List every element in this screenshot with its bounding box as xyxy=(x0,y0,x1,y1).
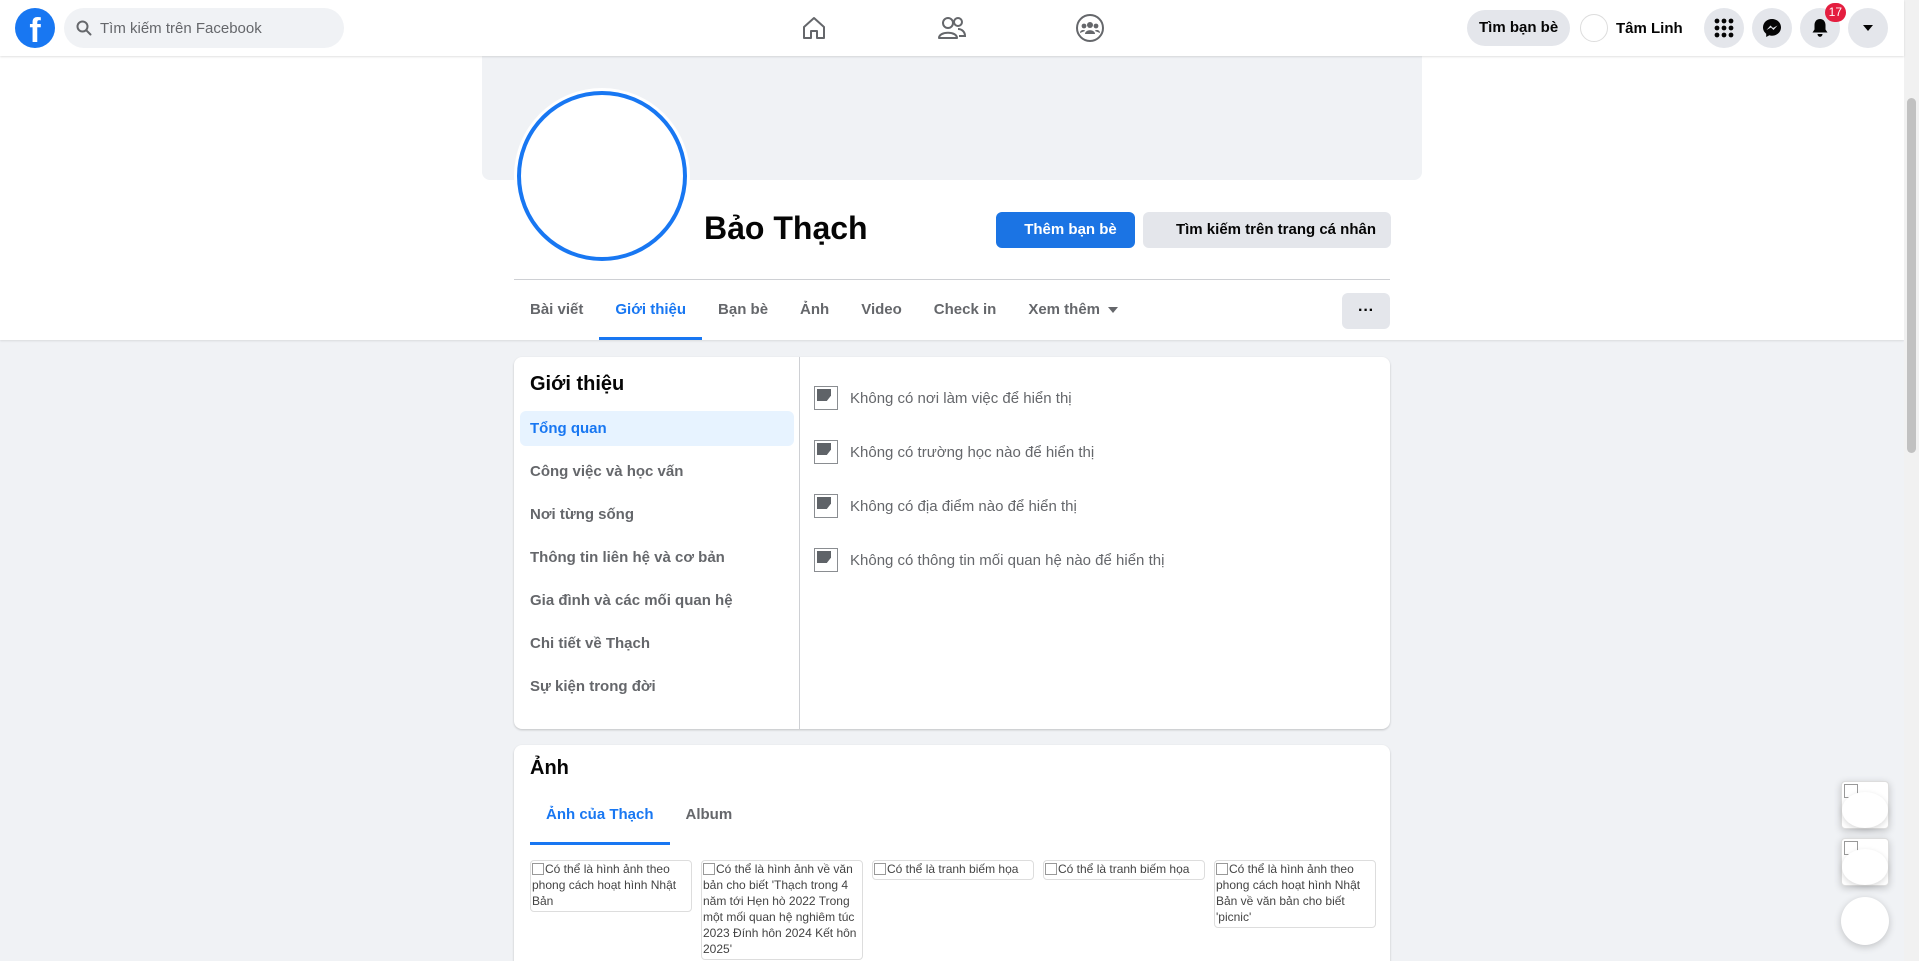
photos-tabs: Ảnh của Thạch Album xyxy=(530,785,748,845)
info-row-location: Không có địa điểm nào để hiển thị xyxy=(814,479,1374,533)
broken-image-icon xyxy=(532,863,544,875)
caret-down-icon xyxy=(1108,307,1119,314)
search-icon xyxy=(76,20,92,36)
tab-about[interactable]: Giới thiệu xyxy=(599,280,702,340)
photo-alt-text: Có thể là hình ảnh theo phong cách hoạt … xyxy=(532,862,677,908)
tab-friends[interactable]: Bạn bè xyxy=(702,280,784,340)
more-options-button[interactable]: ··· xyxy=(1342,293,1390,329)
tab-check-ins[interactable]: Check in xyxy=(918,280,1013,340)
bell-icon xyxy=(1812,19,1828,37)
broken-image-icon xyxy=(814,440,838,464)
info-row-text: Không có trường học nào để hiển thị xyxy=(850,443,1095,461)
about-content: Không có nơi làm việc để hiển thị Không … xyxy=(814,371,1374,587)
messenger-icon xyxy=(1763,19,1781,37)
tab-posts[interactable]: Bài viết xyxy=(514,280,599,340)
about-menu-overview[interactable]: Tổng quan xyxy=(520,411,794,446)
about-menu-family-relationships[interactable]: Gia đình và các mối quan hệ xyxy=(520,583,794,618)
about-title: Giới thiệu xyxy=(530,373,625,395)
tab-see-more-label: Xem thêm xyxy=(1028,301,1101,318)
account-menu-button[interactable] xyxy=(1848,8,1888,48)
broken-image-icon xyxy=(1216,863,1228,875)
about-card: Giới thiệu Tổng quan Công việc và học vấ… xyxy=(514,357,1390,729)
tab-see-more[interactable]: Xem thêm xyxy=(1012,280,1134,340)
search-profile-label: Tìm kiếm trên trang cá nhân xyxy=(1175,221,1377,238)
home-nav-button[interactable] xyxy=(796,10,832,46)
broken-image-icon xyxy=(814,386,838,410)
profile-header: Bảo Thạch Thêm bạn bè Tìm kiếm trên tran… xyxy=(0,56,1904,340)
messenger-button[interactable] xyxy=(1752,8,1792,48)
photo-tile[interactable]: Có thể là hình ảnh theo phong cách hoạt … xyxy=(1214,860,1376,928)
info-row-school: Không có trường học nào để hiển thị xyxy=(814,425,1374,479)
facebook-logo[interactable]: f xyxy=(15,8,55,48)
groups-icon xyxy=(1076,14,1104,42)
add-friend-button[interactable]: Thêm bạn bè xyxy=(996,212,1135,248)
chat-head[interactable] xyxy=(1841,838,1889,886)
search-box[interactable] xyxy=(64,8,344,48)
tab-albums[interactable]: Album xyxy=(670,785,749,845)
about-sidebar: Giới thiệu Tổng quan Công việc và học vấ… xyxy=(514,357,800,729)
photos-title: Ảnh xyxy=(530,757,569,779)
about-menu-contact-basic-info[interactable]: Thông tin liên hệ và cơ bản xyxy=(520,540,794,575)
tab-videos[interactable]: Video xyxy=(845,280,918,340)
menu-button[interactable] xyxy=(1704,8,1744,48)
tab-photos[interactable]: Ảnh xyxy=(784,280,845,340)
photo-tile[interactable]: Có thể là tranh biếm họa xyxy=(1043,860,1205,880)
broken-image-icon xyxy=(814,548,838,572)
current-user-chip[interactable]: Tâm Linh xyxy=(1580,10,1683,46)
tab-photos-of-user[interactable]: Ảnh của Thạch xyxy=(530,785,670,845)
user-avatar xyxy=(1580,14,1608,42)
about-menu-places-lived[interactable]: Nơi từng sống xyxy=(520,497,794,532)
photo-alt-text: Có thể là tranh biếm họa xyxy=(1058,862,1190,876)
about-menu-life-events[interactable]: Sự kiện trong đời xyxy=(520,669,794,704)
find-friends-button[interactable]: Tìm bạn bè xyxy=(1467,10,1571,46)
photo-tile[interactable]: Có thể là hình ảnh về văn bản cho biết '… xyxy=(701,860,863,960)
search-input[interactable] xyxy=(100,19,330,37)
about-menu-details[interactable]: Chi tiết về Thạch xyxy=(520,626,794,661)
grid-menu-icon xyxy=(1714,18,1734,38)
info-row-workplace: Không có nơi làm việc để hiển thị xyxy=(814,371,1374,425)
profile-tabs: Bài viết Giới thiệu Bạn bè Ảnh Video Che… xyxy=(514,280,1134,340)
friends-icon xyxy=(938,17,967,39)
info-row-text: Không có thông tin mối quan hệ nào để hi… xyxy=(850,551,1165,569)
notification-count-badge: 17 xyxy=(1824,3,1846,22)
chat-head[interactable] xyxy=(1841,781,1889,829)
about-menu: Tổng quan Công việc và học vấn Nơi từng … xyxy=(520,411,794,712)
top-navigation-bar: f Tìm bạn bè Tâm Linh xyxy=(0,0,1904,56)
broken-image-icon xyxy=(814,494,838,518)
new-message-button[interactable] xyxy=(1841,897,1889,945)
page-scrollbar[interactable] xyxy=(1904,0,1919,961)
home-icon xyxy=(803,17,825,39)
friends-nav-button[interactable] xyxy=(934,10,970,46)
broken-image-icon xyxy=(1045,863,1057,875)
add-friend-label: Thêm bạn bè xyxy=(1024,221,1117,238)
photo-alt-text: Có thể là hình ảnh theo phong cách hoạt … xyxy=(1216,862,1361,924)
info-row-text: Không có địa điểm nào để hiển thị xyxy=(850,497,1077,515)
about-menu-work-education[interactable]: Công việc và học vấn xyxy=(520,454,794,489)
photo-tile[interactable]: Có thể là hình ảnh theo phong cách hoạt … xyxy=(530,860,692,912)
notifications-button[interactable]: 17 xyxy=(1800,3,1846,48)
profile-name: Bảo Thạch xyxy=(704,210,868,246)
broken-image-icon xyxy=(703,863,715,875)
info-row-relationship: Không có thông tin mối quan hệ nào để hi… xyxy=(814,533,1374,587)
profile-picture[interactable] xyxy=(517,91,687,261)
current-user-name: Tâm Linh xyxy=(1616,19,1683,37)
search-profile-button[interactable]: Tìm kiếm trên trang cá nhân xyxy=(1143,212,1391,248)
photo-alt-text: Có thể là tranh biếm họa xyxy=(887,862,1019,876)
info-row-text: Không có nơi làm việc để hiển thị xyxy=(850,389,1072,407)
broken-image-icon xyxy=(874,863,886,875)
photo-grid: Có thể là hình ảnh theo phong cách hoạt … xyxy=(530,860,1376,960)
groups-nav-button[interactable] xyxy=(1072,10,1108,46)
photos-card: Ảnh Ảnh của Thạch Album Có thể là hình ả… xyxy=(514,745,1390,961)
caret-down-icon xyxy=(1863,25,1873,31)
more-options-icon: ··· xyxy=(1358,302,1374,319)
photo-alt-text: Có thể là hình ảnh về văn bản cho biết '… xyxy=(703,862,857,956)
scrollbar-thumb[interactable] xyxy=(1907,98,1916,453)
photo-tile[interactable]: Có thể là tranh biếm họa xyxy=(872,860,1034,880)
